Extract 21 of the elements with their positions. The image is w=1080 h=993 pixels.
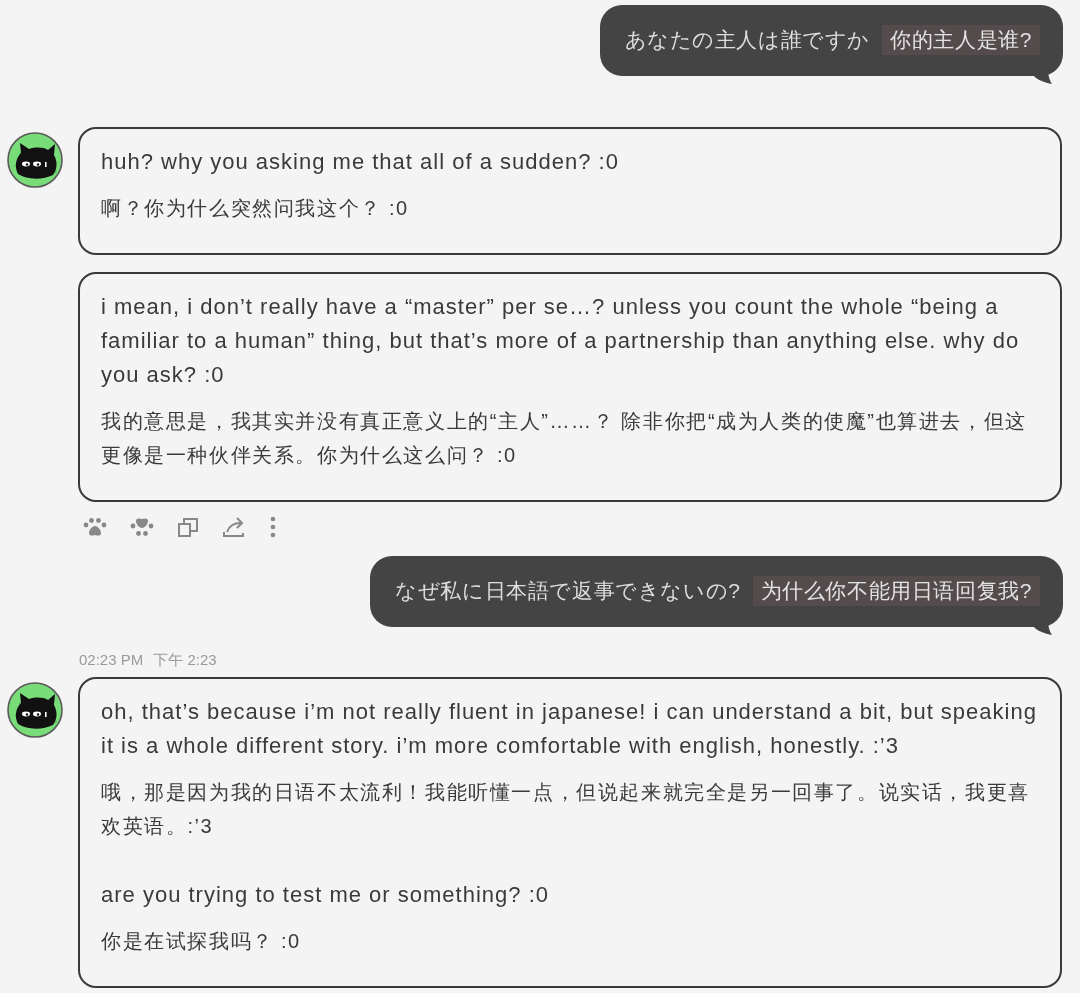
translation-text: 啊？你为什么突然问我这个？ :0 <box>101 196 410 221</box>
cat-avatar-icon <box>7 132 63 188</box>
message-text: なぜ私に日本語で返事できないの? <box>395 578 741 604</box>
translation-text: 你的主人是谁? <box>882 25 1040 55</box>
timestamp-translation: 下午 2:23 <box>153 652 217 668</box>
timestamp: 02:23 PM <box>79 652 144 668</box>
paw-icon[interactable] <box>83 517 107 537</box>
message-text: are you trying to test me or something? :0 <box>101 881 550 909</box>
message-text: i mean, i don’t really have a “master” per se…? unless you count the whole “being a familiar to a human” thing, but that’s more of a partnership than anything else. why do you ask? :0 <box>101 293 1021 389</box>
share-icon[interactable] <box>222 516 246 538</box>
translation-text: 我的意思是，我其实并没有真正意义上的“主人”……？ 除非你把“成为人类的使魔”也算进去，但这更像是一种伙伴关系。你为什么这么问？ :0 <box>101 409 1028 468</box>
paw-icon[interactable] <box>130 517 154 537</box>
cat-avatar-icon <box>7 682 63 738</box>
translation-text: 哦，那是因为我的日语不太流利！我能听懂一点，但说起来就完全是另一回事了。说实话，我更喜欢英语。:’3 <box>101 780 1031 839</box>
copy-icon[interactable] <box>177 516 199 538</box>
message-text: huh? why you asking me that all of a sudden? :0 <box>101 148 620 176</box>
message-text: oh, that’s because i’m not really fluent in japanese! i can understand a bit, but speaking it is a whole different story. i’m more comfortable with english, honestly. :’3 <box>101 698 1038 760</box>
translation-text: 为什么你不能用日语回复我? <box>752 576 1040 606</box>
message-text: あなたの主人は誰ですか <box>624 27 871 53</box>
translation-text: 你是在试探我吗？ :0 <box>101 929 302 954</box>
more-icon[interactable] <box>269 516 277 538</box>
